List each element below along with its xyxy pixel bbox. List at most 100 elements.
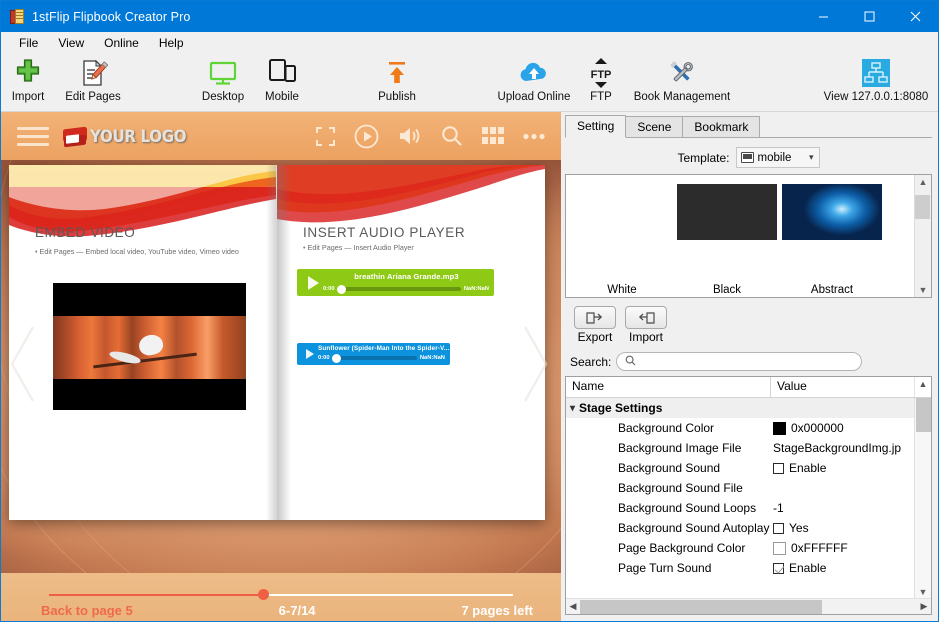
color-swatch-black[interactable]	[773, 421, 786, 435]
theme-thumbnail-list: White Black Abstract ▲ ▼	[565, 174, 932, 298]
theme-list-scrollbar[interactable]: ▲ ▼	[914, 175, 931, 297]
embedded-video-player[interactable]	[53, 283, 246, 410]
grid-scroll-left-icon[interactable]: ◀	[566, 601, 580, 612]
toolbar-label-publish: Publish	[378, 91, 416, 103]
toolbar-button-upload-online[interactable]: Upload Online	[483, 53, 585, 112]
property-name-background-image-file: Background Image File	[618, 441, 742, 455]
tab-setting[interactable]: Setting	[565, 115, 627, 138]
menu-item-file[interactable]: File	[9, 34, 48, 52]
more-options-icon[interactable]	[523, 133, 545, 140]
theme-thumb-abstract	[782, 184, 882, 240]
export-label: Export	[577, 330, 613, 344]
property-value-background-sound[interactable]: Enable	[771, 461, 914, 475]
book-page-right[interactable]: INSERT AUDIO PLAYER • Edit Pages — Inser…	[277, 165, 545, 520]
color-swatch-white[interactable]	[773, 541, 786, 555]
grid-scroll-right-icon[interactable]: ▶	[917, 601, 931, 612]
property-group-stage-settings[interactable]: ▾ Stage Settings	[566, 398, 914, 418]
toolbar-button-import[interactable]: Import	[5, 53, 51, 112]
audio-seek-bar-2[interactable]	[331, 353, 417, 363]
progress-knob[interactable]	[257, 589, 269, 600]
table-row[interactable]: Background Sound Loops -1	[566, 498, 914, 518]
scroll-down-icon[interactable]: ▼	[919, 285, 928, 295]
grid-scroll-thumb[interactable]	[916, 398, 931, 432]
table-row[interactable]: Background Sound Enable	[566, 458, 914, 478]
fullscreen-icon[interactable]	[316, 126, 335, 146]
property-value-page-background-color[interactable]: 0xFFFFFF	[771, 541, 914, 555]
back-to-page-link[interactable]: Back to page 5	[41, 603, 133, 618]
tablet-phone-icon	[267, 56, 297, 90]
table-row[interactable]: Page Turn Sound Enable	[566, 558, 914, 578]
audio-seek-bar-1[interactable]	[336, 284, 461, 294]
audio-play-icon-2[interactable]	[306, 349, 314, 359]
theme-item-white[interactable]: White	[572, 184, 672, 296]
property-grid-horizontal-scrollbar[interactable]: ◀ ▶	[566, 598, 931, 614]
toolbar-label-import: Import	[11, 91, 45, 103]
theme-item-abstract[interactable]: Abstract	[782, 184, 882, 296]
grid-header-scroll-up-icon[interactable]: ▲	[914, 377, 931, 397]
property-value-background-sound-autoplay[interactable]: Yes	[771, 521, 914, 535]
audio-play-icon-1[interactable]	[308, 275, 319, 290]
audio-seek-knob-2[interactable]	[331, 353, 341, 363]
thumbnails-grid-icon[interactable]	[482, 127, 504, 145]
hamburger-icon[interactable]	[17, 126, 49, 146]
chevron-down-icon[interactable]: ▾	[570, 403, 575, 414]
menu-item-help[interactable]: Help	[149, 34, 194, 52]
table-row[interactable]: Background Color 0x000000	[566, 418, 914, 438]
progress-filled	[49, 594, 265, 596]
checkbox-page-turn-sound[interactable]	[773, 562, 784, 574]
table-row[interactable]: Background Image File StageBackgroundImg…	[566, 438, 914, 458]
toolbar-button-view-server[interactable]: View 127.0.0.1:8080	[813, 53, 939, 112]
column-header-value[interactable]: Value	[771, 377, 914, 397]
menu-item-view[interactable]: View	[48, 34, 94, 52]
property-value-background-image-file[interactable]: StageBackgroundImg.jp	[771, 441, 914, 455]
export-icon	[574, 306, 616, 329]
sound-icon[interactable]	[398, 125, 422, 147]
property-value-background-sound-loops[interactable]: -1	[771, 501, 914, 515]
audio-seek-knob-1[interactable]	[336, 284, 346, 294]
toolbar-button-mobile[interactable]: Mobile	[253, 53, 311, 112]
search-icon[interactable]	[441, 125, 463, 147]
scroll-up-icon[interactable]: ▲	[919, 177, 928, 187]
theme-caption-black: Black	[712, 284, 742, 296]
viewer-logo[interactable]: YOUR LOGO	[63, 126, 186, 148]
table-row[interactable]: Background Sound File	[566, 478, 914, 498]
toolbar-button-publish[interactable]: Publish	[367, 53, 427, 112]
audio-player-1[interactable]: breathin Ariana Grande.mp3 0:00 NaN:NaN	[297, 269, 494, 296]
audio-duration-1: NaN:NaN	[463, 286, 489, 292]
checkbox-background-sound-autoplay[interactable]	[773, 522, 784, 534]
template-dropdown[interactable]: mobile ▾	[735, 147, 820, 168]
audio-player-2[interactable]: Sunflower (Spider-Man Into the Spider-V.…	[297, 343, 450, 365]
menu-item-online[interactable]: Online	[94, 34, 149, 52]
table-row[interactable]: Background Sound Autoplay Yes	[566, 518, 914, 538]
tab-scene[interactable]: Scene	[625, 116, 684, 138]
minimize-button[interactable]	[800, 1, 846, 32]
column-header-name[interactable]: Name	[566, 377, 771, 397]
export-button[interactable]: Export	[574, 306, 616, 344]
page-progress-slider[interactable]	[49, 589, 513, 600]
property-grid: Name Value ▲ ▾ Stage Settings Background …	[565, 376, 932, 615]
toolbar-button-book-management[interactable]: Book Management	[623, 53, 741, 112]
theme-thumb-white	[572, 184, 672, 240]
play-icon[interactable]	[354, 124, 379, 149]
grid-scroll-down-icon[interactable]: ▼	[919, 586, 928, 598]
theme-item-black[interactable]: Black	[677, 184, 777, 296]
toolbar-button-desktop[interactable]: Desktop	[191, 53, 255, 112]
property-value-page-turn-sound[interactable]: Enable	[771, 561, 914, 575]
toolbar-button-ftp[interactable]: FTP FTP	[579, 53, 623, 112]
scroll-thumb[interactable]	[915, 195, 930, 219]
maximize-button[interactable]	[846, 1, 892, 32]
checkbox-background-sound[interactable]	[773, 462, 784, 474]
table-row[interactable]: Page Background Color 0xFFFFFF	[566, 538, 914, 558]
property-value-background-color[interactable]: 0x000000	[771, 421, 914, 435]
close-button[interactable]	[892, 1, 938, 32]
grid-hscroll-thumb[interactable]	[580, 600, 822, 614]
book-page-left[interactable]: EMBED VIDEO • Edit Pages — Embed local v…	[9, 165, 277, 520]
viewer-tool-icons	[316, 124, 545, 149]
tab-bookmark[interactable]: Bookmark	[682, 116, 761, 138]
property-name-page-background-color: Page Background Color	[618, 541, 746, 555]
search-field-wrap[interactable]	[616, 352, 862, 371]
import-button[interactable]: Import	[625, 306, 667, 344]
search-input[interactable]	[640, 355, 853, 368]
toolbar-button-edit-pages[interactable]: Edit Pages	[55, 53, 131, 112]
property-grid-vertical-scrollbar[interactable]: ▼	[914, 398, 931, 598]
